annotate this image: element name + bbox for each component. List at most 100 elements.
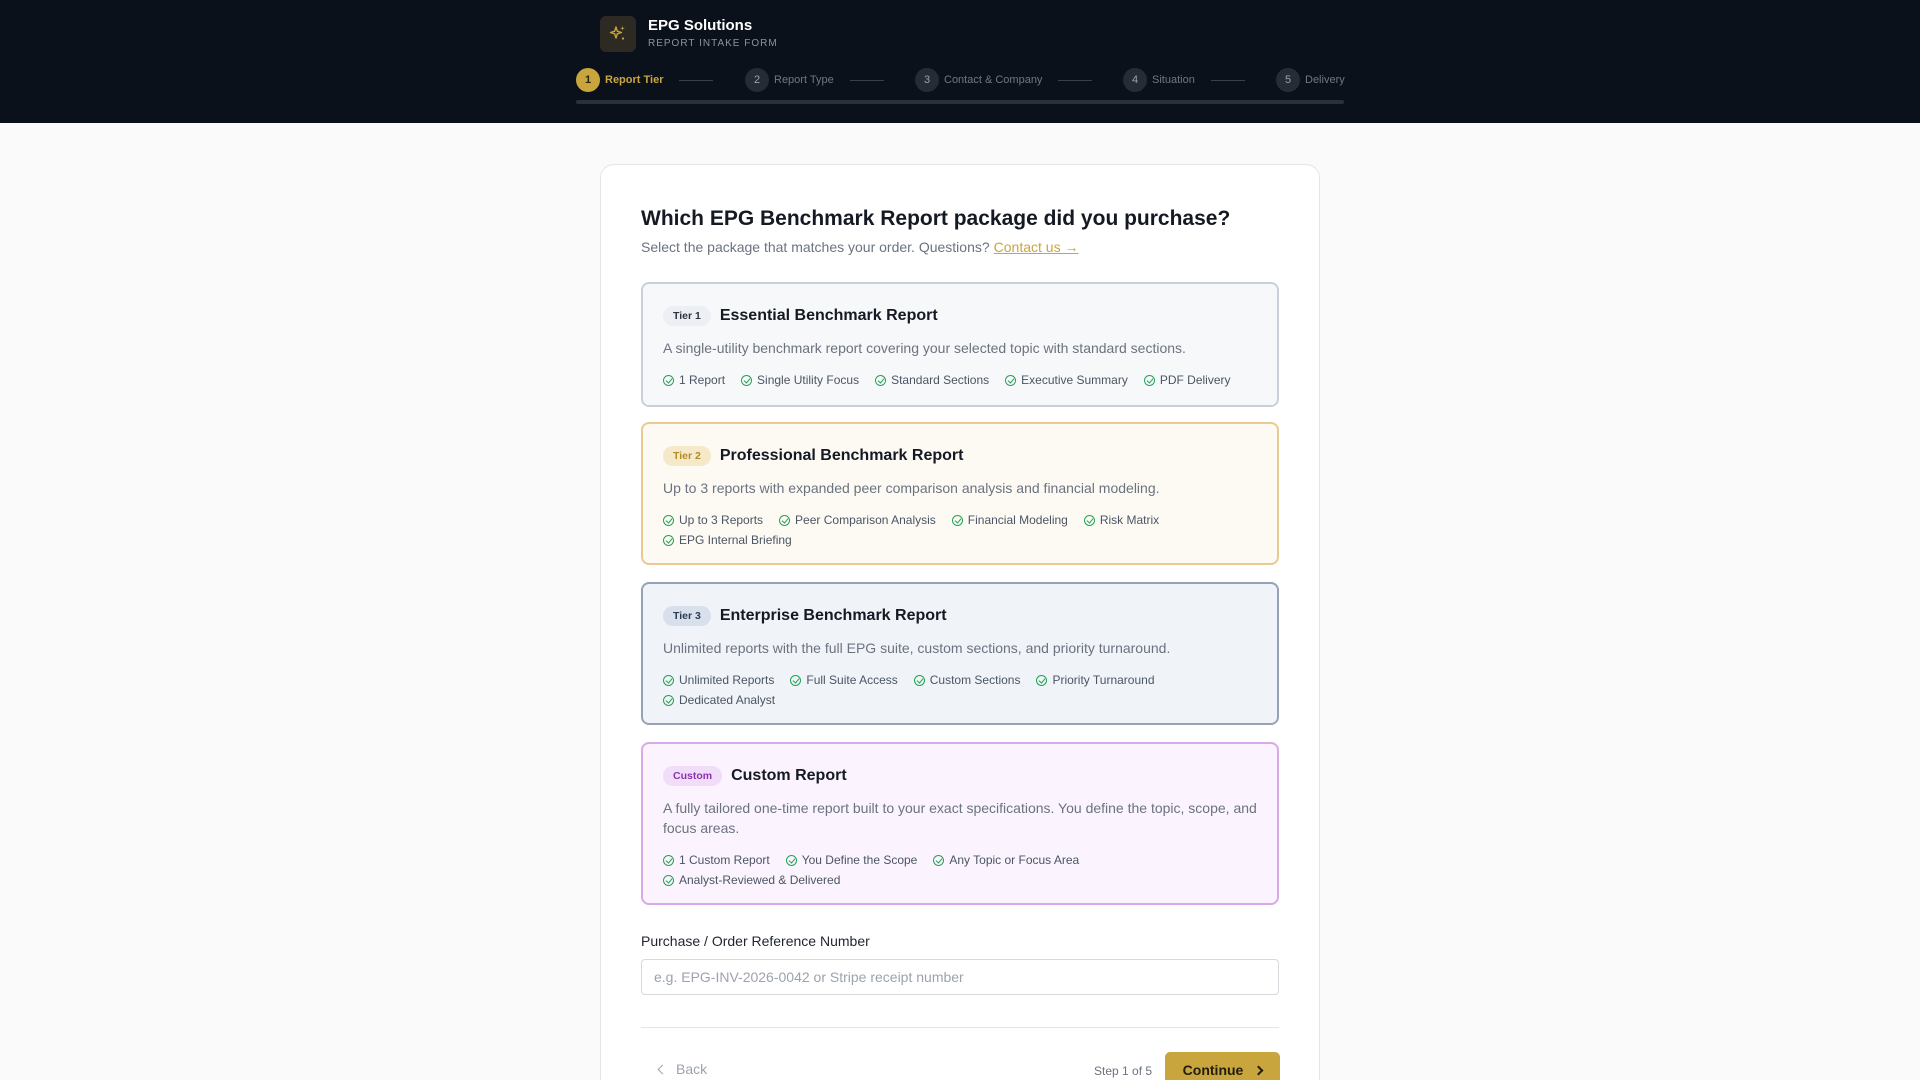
step-number: 1	[576, 68, 600, 92]
check-circle-icon	[790, 674, 802, 686]
feature-label: Custom Sections	[929, 673, 1021, 687]
stepper: 1 Report Tier 2 Report Type 3 Contact & …	[576, 68, 1345, 92]
feature-item: Standard Sections	[875, 370, 989, 390]
step-report-tier[interactable]: 1 Report Tier	[576, 68, 714, 92]
step-connector	[679, 79, 714, 81]
check-circle-icon	[663, 534, 674, 546]
feature-item: 1 Report	[663, 370, 725, 390]
step-connector	[849, 79, 884, 81]
tier-option-enterprise[interactable]: Tier 3 Enterprise Benchmark Report Unlim…	[641, 582, 1279, 725]
top-bar: EPG Solutions REPORT INTAKE FORM 1 Repor…	[0, 0, 1920, 123]
feature-item: EPG Internal Briefing	[663, 530, 1247, 550]
step-situation[interactable]: 4 Situation	[1123, 68, 1245, 92]
feature-item: Unlimited Reports	[663, 670, 774, 690]
brand-name: EPG Solutions	[648, 17, 753, 34]
brand: EPG Solutions REPORT INTAKE FORM	[600, 16, 778, 52]
feature-label: Analyst-Reviewed & Delivered	[679, 873, 841, 887]
feature-item: Risk Matrix	[1083, 510, 1160, 530]
question-subtitle: Select the package that matches your ord…	[641, 239, 1078, 255]
feature-label: Unlimited Reports	[679, 673, 775, 687]
feature-item: Single Utility Focus	[741, 370, 859, 390]
check-circle-icon	[779, 514, 791, 526]
check-circle-icon	[933, 854, 945, 866]
feature-label: Risk Matrix	[1099, 513, 1160, 527]
feature-item: Custom Sections	[913, 670, 1021, 690]
feature-list: Unlimited Reports Full Suite Access Cust…	[663, 670, 1263, 710]
feature-item: Executive Summary	[1005, 370, 1128, 390]
question-subtitle-text: Select the package that matches your ord…	[641, 239, 990, 255]
tier-name: Enterprise Benchmark Report	[719, 607, 947, 624]
tier-name: Essential Benchmark Report	[719, 307, 938, 324]
back-button[interactable]: Back	[657, 1061, 708, 1077]
step-connector	[1058, 79, 1093, 81]
tier-option-professional[interactable]: Tier 2 Professional Benchmark Report Up …	[641, 422, 1279, 565]
step-label: Delivery	[1305, 74, 1345, 86]
feature-item: PDF Delivery	[1143, 370, 1231, 390]
feature-label: Up to 3 Reports	[679, 513, 764, 527]
feature-label: Peer Comparison Analysis	[795, 513, 936, 527]
tier-description: Unlimited reports with the full EPG suit…	[663, 640, 1171, 656]
chevron-right-icon	[1253, 1065, 1264, 1075]
check-circle-icon	[1143, 374, 1155, 386]
step-contact-company[interactable]: 3 Contact & Company	[915, 68, 1093, 92]
feature-label: Executive Summary	[1021, 373, 1128, 387]
feature-item: Full Suite Access	[790, 670, 898, 690]
tier-badge: Tier 3	[663, 606, 711, 626]
tier-name: Custom Report	[731, 767, 847, 784]
check-circle-icon	[663, 694, 674, 706]
continue-button[interactable]: Continue	[1165, 1052, 1280, 1080]
tier-description: A single-utility benchmark report coveri…	[663, 340, 1186, 356]
check-circle-icon	[663, 674, 674, 686]
check-circle-icon	[785, 854, 797, 866]
contact-link[interactable]: Contact us →	[994, 239, 1079, 255]
step-number: 2	[745, 68, 769, 92]
check-circle-icon	[663, 874, 674, 886]
step-number: 3	[915, 68, 939, 92]
feature-item: Dedicated Analyst	[663, 690, 1247, 710]
question-title: Which EPG Benchmark Report package did y…	[641, 207, 1231, 230]
feature-item: You Define the Scope	[785, 850, 918, 870]
feature-label: EPG Internal Briefing	[679, 533, 792, 547]
tier-badge: Tier 2	[663, 446, 711, 466]
feature-list: 1 Report Single Utility Focus Standard S…	[663, 370, 1263, 390]
feature-item: Up to 3 Reports	[663, 510, 763, 530]
step-number: 5	[1276, 68, 1300, 92]
tier-badge: Custom	[663, 766, 723, 786]
feature-label: 1 Custom Report	[679, 853, 770, 867]
check-circle-icon	[1005, 374, 1017, 386]
feature-label: Priority Turnaround	[1052, 673, 1155, 687]
feature-item: Priority Turnaround	[1036, 670, 1155, 690]
check-circle-icon	[741, 374, 753, 386]
order-reference-input[interactable]	[641, 959, 1279, 995]
feature-label: Single Utility Focus	[757, 373, 860, 387]
step-connector	[1210, 79, 1245, 81]
tier-option-custom[interactable]: Custom Custom Report A fully tailored on…	[641, 742, 1279, 905]
step-counter: Step 1 of 5	[1094, 1064, 1153, 1078]
step-label: Situation	[1152, 74, 1195, 86]
tier-option-essential[interactable]: Tier 1 Essential Benchmark Report A sing…	[641, 282, 1279, 407]
feature-item: Financial Modeling	[951, 510, 1068, 530]
feature-list: Up to 3 Reports Peer Comparison Analysis…	[663, 510, 1263, 550]
feature-item: 1 Custom Report	[663, 850, 770, 870]
form-card: Which EPG Benchmark Report package did y…	[600, 164, 1320, 1080]
step-report-type[interactable]: 2 Report Type	[745, 68, 884, 92]
feature-label: Standard Sections	[891, 373, 990, 387]
feature-item: Any Topic or Focus Area	[933, 850, 1079, 870]
feature-label: You Define the Scope	[801, 853, 918, 867]
check-circle-icon	[1083, 514, 1095, 526]
tier-description: A fully tailored one-time report built t…	[663, 800, 1257, 836]
check-circle-icon	[875, 374, 887, 386]
check-circle-icon	[951, 514, 963, 526]
step-label: Contact & Company	[944, 74, 1043, 86]
step-delivery[interactable]: 5 Delivery	[1276, 68, 1345, 92]
feature-label: 1 Report	[679, 373, 726, 387]
check-circle-icon	[1036, 674, 1048, 686]
tier-badge: Tier 1	[663, 306, 711, 326]
check-circle-icon	[663, 854, 674, 866]
feature-label: Financial Modeling	[967, 513, 1068, 527]
feature-label: Any Topic or Focus Area	[949, 853, 1080, 867]
progress-bar	[576, 100, 1344, 104]
back-label: Back	[676, 1061, 708, 1077]
check-circle-icon	[913, 674, 925, 686]
step-label: Report Tier	[605, 74, 664, 86]
